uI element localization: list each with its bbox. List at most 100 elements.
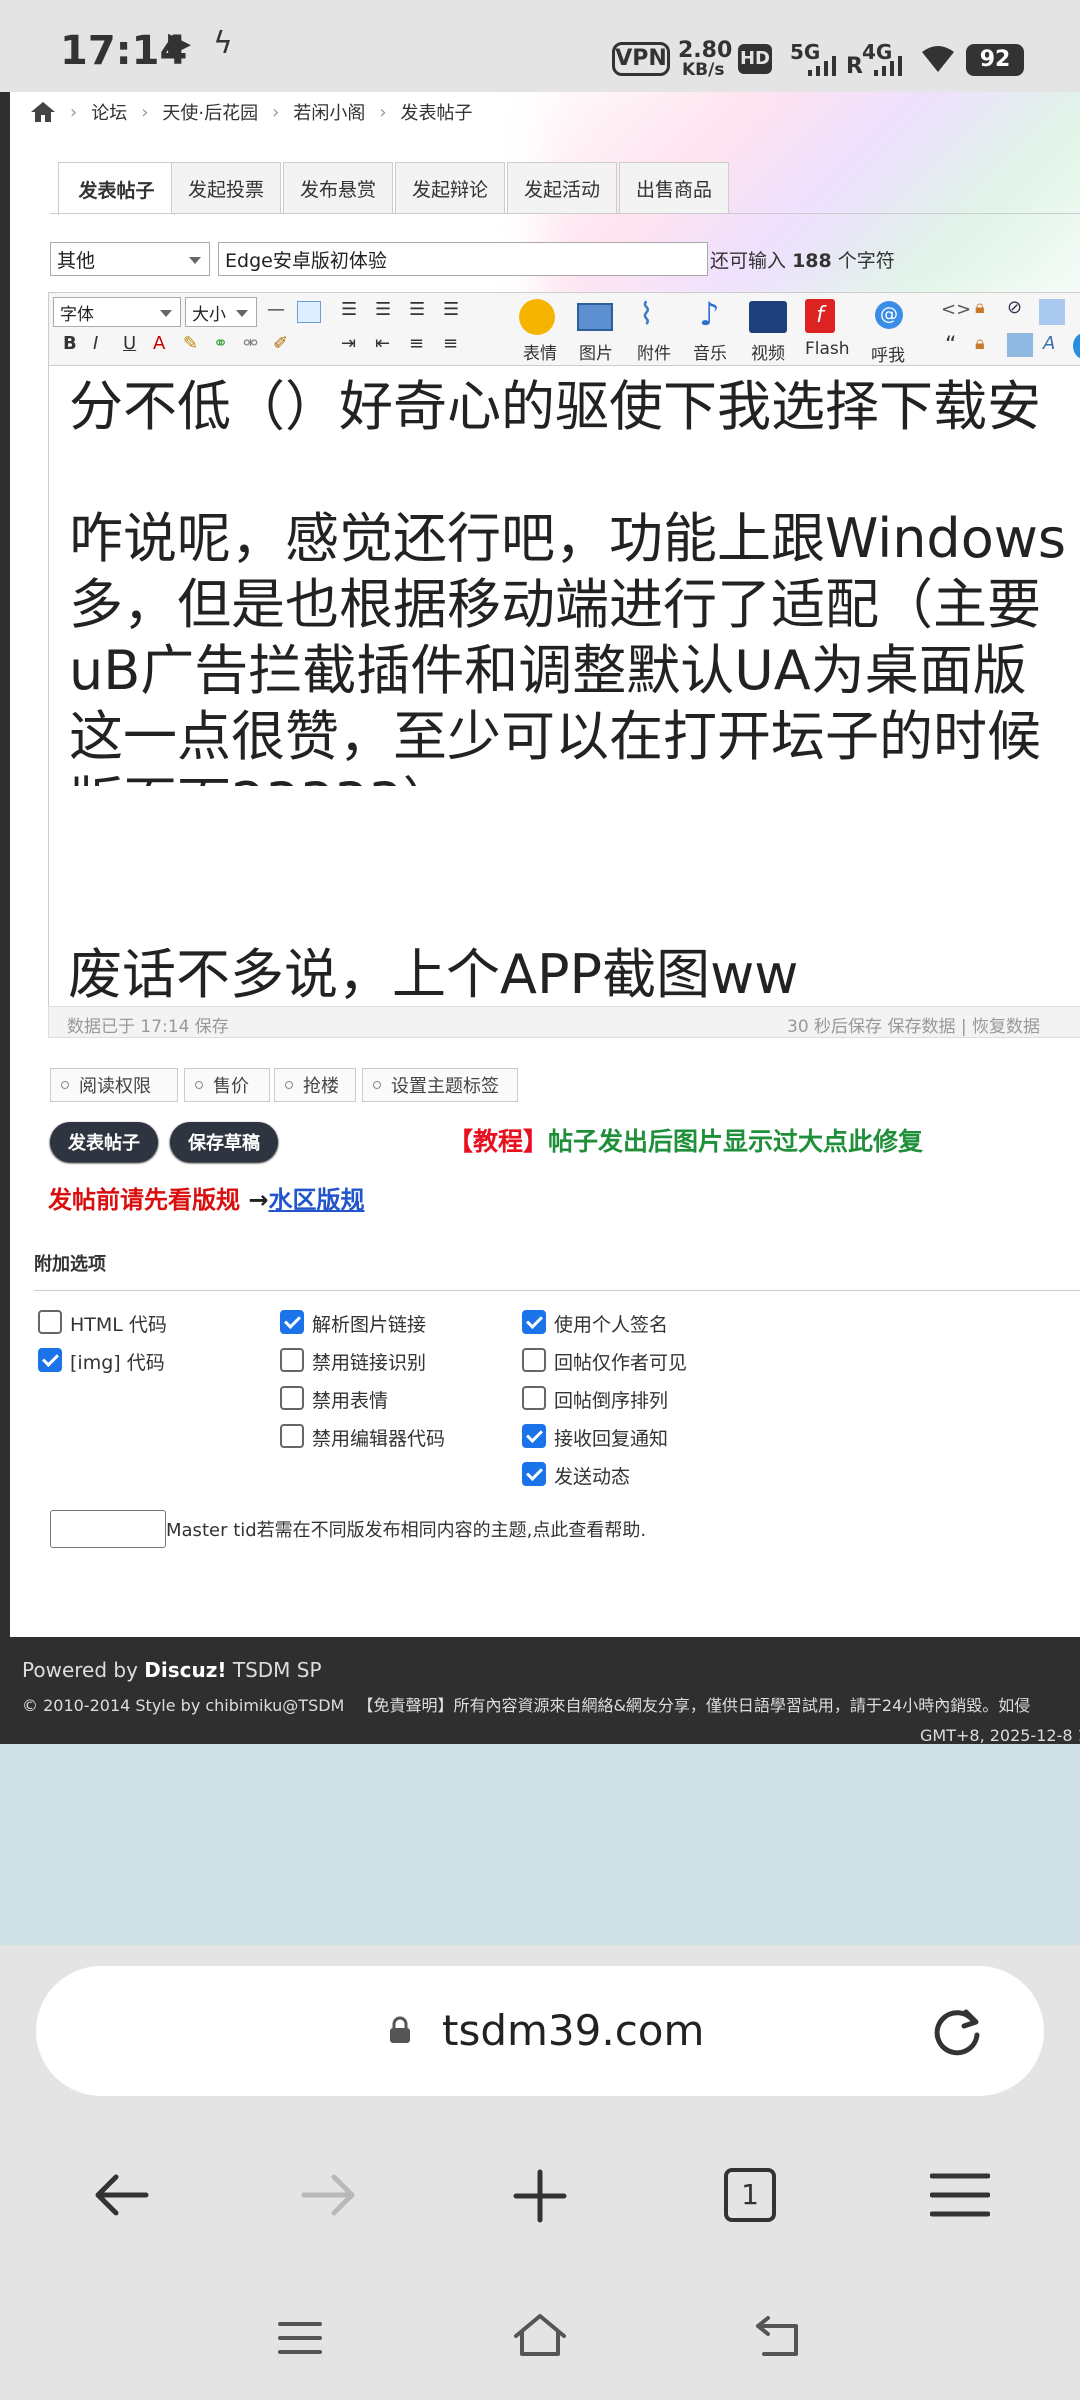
discuz-link[interactable]: Discuz! <box>144 1658 226 1682</box>
emoji-label[interactable]: 表情 <box>523 339 557 364</box>
tab-post[interactable]: 发表帖子 <box>58 162 175 215</box>
tutorial-link[interactable]: 【教程】帖子发出后图片显示过大点此修复 <box>448 1122 923 1158</box>
author-only-reply-checkbox[interactable] <box>522 1348 546 1372</box>
tab-debate[interactable]: 发起辩论 <box>395 162 505 213</box>
breadcrumb-section[interactable]: 天使·后花园 <box>162 99 258 125</box>
breadcrumb-forum[interactable]: 论坛 <box>91 99 127 125</box>
box-icon[interactable] <box>1039 299 1065 325</box>
tab-poll[interactable]: 发起投票 <box>171 162 281 213</box>
music-label[interactable]: 音乐 <box>693 339 727 364</box>
indent-icon[interactable]: ⇥ <box>341 333 356 354</box>
attach-label[interactable]: 附件 <box>637 339 671 364</box>
use-signature-label: 使用个人签名 <box>554 1314 669 1336</box>
video-label[interactable]: 视频 <box>751 339 785 364</box>
read-permission-button[interactable]: 阅读权限 <box>50 1068 178 1102</box>
back-icon[interactable] <box>92 2170 150 2220</box>
flash-link-icon[interactable]: ⊘ <box>1007 297 1022 318</box>
hide-icon[interactable]: 🔒︎ <box>975 333 985 354</box>
video-icon[interactable] <box>749 301 787 333</box>
table-icon[interactable] <box>297 301 321 323</box>
paperclip-icon[interactable]: ⌇ <box>639 297 654 332</box>
font-select[interactable]: 字体 <box>53 297 181 327</box>
flash-label[interactable]: Flash <box>805 339 850 359</box>
music-icon[interactable]: ♪ <box>699 295 719 333</box>
send-feed-checkbox[interactable] <box>522 1462 546 1486</box>
forward-icon[interactable] <box>300 2170 358 2220</box>
home-nav-icon[interactable] <box>510 2310 570 2360</box>
image-icon[interactable] <box>577 303 613 331</box>
powered-by-label: Powered by <box>22 1658 138 1682</box>
address-bar[interactable]: tsdm39.com <box>36 1966 1044 2096</box>
rules-link[interactable]: 水区版规 <box>268 1186 364 1214</box>
category-select[interactable]: 其他 <box>50 242 210 276</box>
tab-count-button[interactable]: 1 <box>724 2168 776 2222</box>
font-color-icon[interactable]: A <box>153 333 165 354</box>
flash-icon[interactable]: f <box>805 299 835 333</box>
at-icon[interactable]: @ <box>875 301 903 329</box>
submit-post-button[interactable]: 发表帖子 <box>50 1122 158 1162</box>
bullet-icon <box>285 1081 293 1089</box>
call-label[interactable]: 呼我 <box>871 341 905 366</box>
editor-status-bar: 数据已于 17:14 保存 30 秒后保存 保存数据 | 恢复数据 字 <box>48 1006 1080 1038</box>
quote-icon[interactable]: “ <box>945 333 956 358</box>
underline-icon[interactable]: U <box>123 333 136 354</box>
master-tid-help[interactable]: Master tid若需在不同版发布相同内容的主题,点此查看帮助. <box>166 1516 646 1542</box>
save-draft-button[interactable]: 保存草稿 <box>170 1122 278 1162</box>
unlink-icon[interactable]: ⚮ <box>243 333 258 354</box>
link-icon[interactable]: ⚭ <box>213 333 228 354</box>
reverse-order-checkbox[interactable] <box>522 1386 546 1410</box>
align-left-icon[interactable]: ☰ <box>341 299 357 320</box>
master-tid-input[interactable] <box>50 1510 166 1548</box>
save-status: 数据已于 17:14 保存 <box>67 1017 229 1037</box>
horizontal-rule-icon[interactable]: — <box>267 299 285 320</box>
align-center-icon[interactable]: ☰ <box>375 299 391 320</box>
home-icon[interactable] <box>30 100 56 124</box>
emoji-icon[interactable] <box>519 299 555 335</box>
bold-icon[interactable]: B <box>63 333 77 354</box>
breadcrumb-board[interactable]: 若闲小阁 <box>293 99 365 125</box>
img-code-checkbox[interactable] <box>38 1348 62 1372</box>
outdent-icon[interactable]: ⇤ <box>375 333 390 354</box>
tab-sale[interactable]: 出售商品 <box>619 162 729 213</box>
autosave-controls[interactable]: 30 秒后保存 保存数据 | 恢复数据 <box>787 1012 1040 1037</box>
back-nav-icon[interactable] <box>754 2314 804 2360</box>
title-value: Edge安卓版初体验 <box>225 249 387 272</box>
disable-link-detect-checkbox[interactable] <box>280 1348 304 1372</box>
disable-editor-code-checkbox[interactable] <box>280 1424 304 1448</box>
code-icon[interactable]: <> <box>941 299 971 320</box>
font-icon[interactable]: A <box>1043 333 1055 354</box>
globe-icon[interactable] <box>1073 333 1080 359</box>
parse-image-links-label: 解析图片链接 <box>312 1314 427 1336</box>
highlight-icon[interactable]: ✎ <box>183 333 198 354</box>
reply-notify-checkbox[interactable] <box>522 1424 546 1448</box>
image-link-icon[interactable] <box>1007 333 1033 357</box>
extra-options-heading: 附加选项 <box>34 1254 106 1275</box>
new-tab-icon[interactable] <box>512 2168 568 2224</box>
html-code-checkbox[interactable] <box>38 1310 62 1334</box>
italic-icon[interactable]: I <box>93 333 98 354</box>
use-signature-checkbox[interactable] <box>522 1310 546 1334</box>
price-button[interactable]: 售价 <box>184 1068 270 1102</box>
recent-apps-icon[interactable] <box>276 2318 324 2358</box>
clear-format-icon[interactable]: ✐ <box>273 333 288 354</box>
title-input[interactable]: Edge安卓版初体验 <box>218 242 708 276</box>
align-justify-icon[interactable]: ☰ <box>443 299 459 320</box>
reload-icon[interactable] <box>928 2002 986 2060</box>
tab-reward[interactable]: 发布悬赏 <box>283 162 393 213</box>
align-right-icon[interactable]: ☰ <box>409 299 425 320</box>
floor-grab-button[interactable]: 抢楼 <box>274 1068 356 1102</box>
unordered-list-icon[interactable]: ≡ <box>443 333 458 354</box>
disable-emoji-checkbox[interactable] <box>280 1386 304 1410</box>
editor-area-lower[interactable] <box>48 786 1080 1006</box>
parse-image-links-checkbox[interactable] <box>280 1310 304 1334</box>
char-counter: 还可输入 188 个字符 <box>710 246 895 273</box>
editor-area[interactable]: 分不低（）好奇心的驱使下我选择下载安 咋说呢，感觉还行吧，功能上跟Windows… <box>48 366 1080 786</box>
image-label[interactable]: 图片 <box>579 339 613 364</box>
tab-activity[interactable]: 发起活动 <box>507 162 617 213</box>
tutorial-text: 帖子发出后图片显示过大点此修复 <box>548 1127 924 1156</box>
menu-icon[interactable] <box>929 2170 991 2220</box>
size-select[interactable]: 大小 <box>185 297 257 327</box>
ordered-list-icon[interactable]: ≡ <box>409 333 424 354</box>
lock-icon[interactable]: 🔒︎ <box>975 297 985 318</box>
topic-tags-button[interactable]: 设置主题标签 <box>362 1068 518 1102</box>
